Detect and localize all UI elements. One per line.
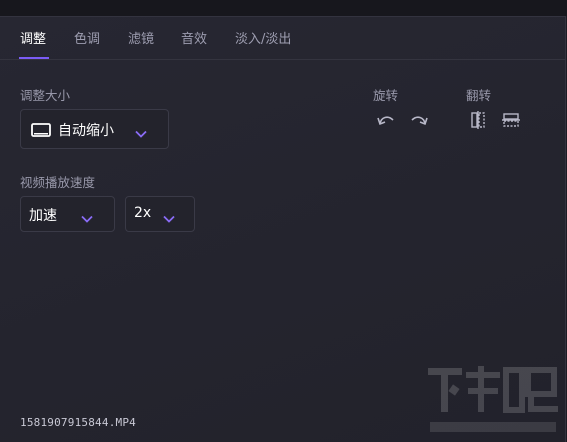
tab-adjust[interactable]: 调整 xyxy=(20,28,46,47)
watermark-logo xyxy=(428,366,558,432)
file-name: 1581907915844.MP4 xyxy=(20,416,136,429)
speed-rate-dropdown[interactable]: 2x xyxy=(125,196,195,232)
tab-audio[interactable]: 音效 xyxy=(181,28,207,47)
resize-value: 自动缩小 xyxy=(58,123,114,139)
rotate-left-icon[interactable] xyxy=(375,108,397,130)
window-top-strip xyxy=(0,0,567,16)
rotate-label: 旋转 xyxy=(373,88,399,103)
tab-fade[interactable]: 淡入/淡出 xyxy=(235,28,291,47)
chevron-down-icon xyxy=(163,211,175,223)
rotate-right-icon[interactable] xyxy=(408,108,430,130)
resize-label: 调整大小 xyxy=(20,88,71,103)
speed-mode-value: 加速 xyxy=(29,208,57,224)
chevron-down-icon xyxy=(135,126,147,138)
resize-dropdown[interactable]: 自动缩小 xyxy=(20,109,169,149)
flip-vertical-icon[interactable] xyxy=(500,109,522,131)
tab-color[interactable]: 色调 xyxy=(74,28,100,47)
active-tab-indicator xyxy=(19,57,49,59)
tab-bar: 调整 色调 滤镜 音效 淡入/淡出 xyxy=(0,17,565,60)
chevron-down-icon xyxy=(81,211,93,223)
monitor-icon xyxy=(31,122,51,138)
flip-label: 翻转 xyxy=(466,88,492,103)
speed-label: 视频播放速度 xyxy=(20,175,96,190)
tab-filter[interactable]: 滤镜 xyxy=(128,28,154,47)
speed-mode-dropdown[interactable]: 加速 xyxy=(20,196,115,232)
speed-rate-value: 2x xyxy=(134,205,152,221)
flip-horizontal-icon[interactable] xyxy=(467,109,489,131)
